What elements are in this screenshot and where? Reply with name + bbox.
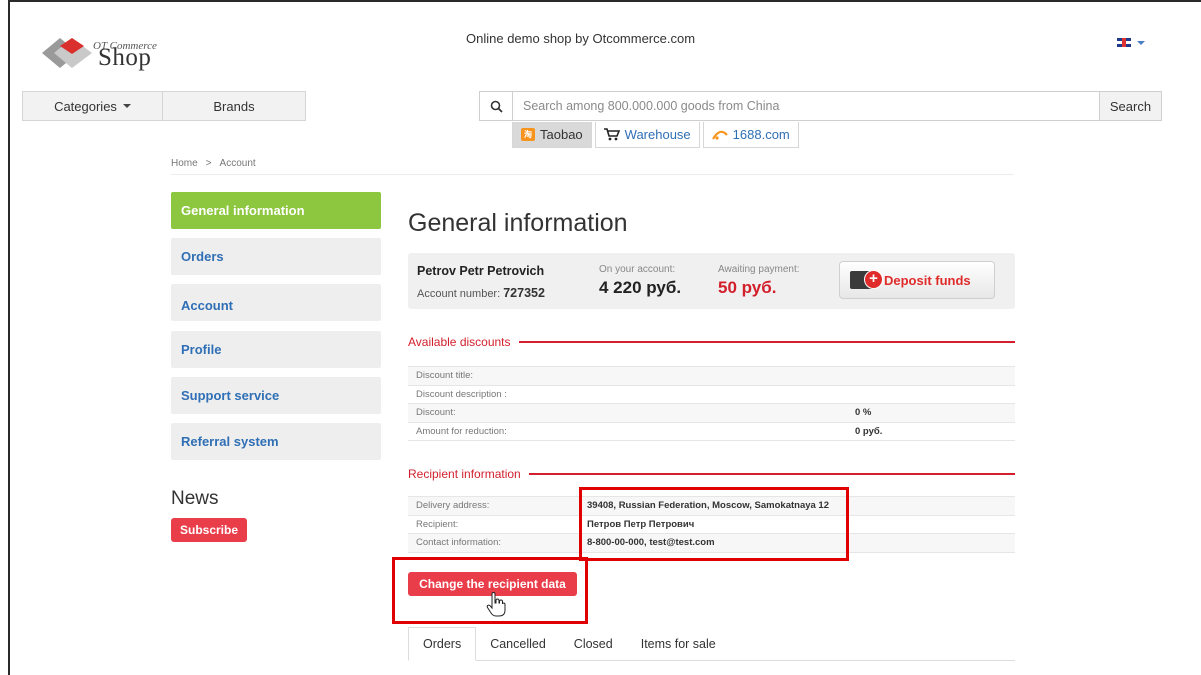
recipient-highlight-box [579,487,849,561]
language-selector[interactable] [1117,38,1145,47]
breadcrumb: Home > Account [171,158,256,169]
row-label: Contact information: [408,533,579,553]
sidebar-item-referral-system[interactable]: Referral system [171,423,381,460]
chevron-down-icon [1137,40,1145,45]
tab-items-for-sale[interactable]: Items for sale [627,627,730,660]
search-icon[interactable] [480,92,513,120]
account-number-value: 727352 [503,286,545,300]
search-input[interactable] [513,92,1099,120]
taobao-icon: 淘 [521,128,535,141]
search-button[interactable]: Search [1099,92,1161,120]
source-tab-warehouse[interactable]: Warehouse [594,122,700,148]
screenshot-frame-top [8,0,1201,2]
recipient-heading: Recipient information [408,467,1015,481]
row-label: Discount: [408,403,579,422]
1688-icon [711,130,728,140]
balance-label: On your account: [599,264,676,275]
sidebar-item-label: Support service [181,388,280,403]
account-number: Account number: 727352 [417,286,545,300]
row-label: Delivery address: [408,496,579,515]
row-value: 0 % [847,403,1015,422]
sidebar-item-label: Orders [181,249,224,264]
cart-icon [603,128,620,141]
site-tagline: Online demo shop by Otcommerce.com [466,31,696,46]
row-value [579,366,847,385]
orders-tabs: Orders Cancelled Closed Items for sale [408,627,1015,661]
subscribe-button[interactable]: Subscribe [171,518,247,542]
source-tab-1688[interactable]: 1688.com [702,122,799,148]
breadcrumb-divider [171,174,1014,175]
row-label: Discount title: [408,366,579,385]
sidebar-item-label: Referral system [181,434,279,449]
account-number-label: Account number: [417,288,501,300]
row-label: Recipient: [408,514,579,534]
table-row: Discount: 0 % [408,403,1015,422]
source-tab-label: Warehouse [624,127,691,142]
logo-diamond-icon [42,38,92,68]
page-title: General information [408,209,628,237]
table-row: Amount for reduction: 0 руб. [408,421,1015,441]
sidebar-item-profile[interactable]: Profile [171,331,381,368]
discounts-table: Discount title: Discount description : D… [408,366,1015,441]
balance-value: 4 220 руб. [599,278,682,297]
sidebar-item-account[interactable]: Account [171,284,381,321]
discounts-heading: Available discounts [408,335,1015,349]
categories-dropdown[interactable]: Categories [22,91,163,121]
hand-cursor-icon [486,592,506,617]
discounts-heading-text: Available discounts [408,335,511,349]
recipient-heading-text: Recipient information [408,467,521,481]
news-heading: News [171,488,219,509]
row-label: Discount description : [408,384,579,404]
section-divider [518,341,1015,343]
section-divider [528,473,1015,475]
search-bar: Search [479,91,1162,121]
tab-orders[interactable]: Orders [408,627,477,661]
chevron-down-icon [122,104,131,108]
screenshot-frame-left [8,0,10,675]
sidebar-item-orders[interactable]: Orders [171,238,381,275]
wallet-plus-icon [850,270,883,289]
source-tab-label: Taobao [540,127,583,142]
account-summary: Petrov Petr Petrovich Account number: 72… [408,253,1015,309]
source-tabs: 淘 Taobao Warehouse 1688.com [512,122,799,148]
logo-shop-text: Shop [98,44,152,71]
deposit-funds-label: Deposit funds [884,272,971,288]
table-row: Discount description : [408,384,1015,404]
categories-label: Categories [54,98,117,114]
tab-cancelled[interactable]: Cancelled [476,627,560,660]
sidebar-item-label: Profile [181,342,222,357]
table-row: Discount title: [408,366,1015,385]
source-tab-taobao[interactable]: 淘 Taobao [512,122,592,148]
tab-closed[interactable]: Closed [560,627,627,660]
sidebar-item-label: General information [181,203,305,218]
awaiting-payment-value: 50 руб. [718,278,777,297]
row-value [579,384,847,404]
awaiting-payment-label: Awaiting payment: [718,264,800,275]
breadcrumb-current: Account [219,158,256,169]
source-tab-label: 1688.com [732,127,790,142]
row-value: 0 руб. [847,421,1015,441]
account-holder-name: Petrov Petr Petrovich [417,264,545,278]
brands-button[interactable]: Brands [162,91,306,121]
breadcrumb-home[interactable]: Home [171,158,198,169]
uk-flag-icon [1117,38,1131,47]
deposit-funds-button[interactable]: Deposit funds [839,261,995,299]
sidebar-item-general-information[interactable]: General information [171,192,381,229]
sidebar-item-support-service[interactable]: Support service [171,377,381,414]
shop-logo[interactable]: OT Commerce Shop [40,30,200,80]
breadcrumb-separator: > [205,158,212,169]
row-label: Amount for reduction: [408,421,579,441]
sidebar-item-label: Account [181,298,233,313]
brands-label: Brands [213,98,255,114]
